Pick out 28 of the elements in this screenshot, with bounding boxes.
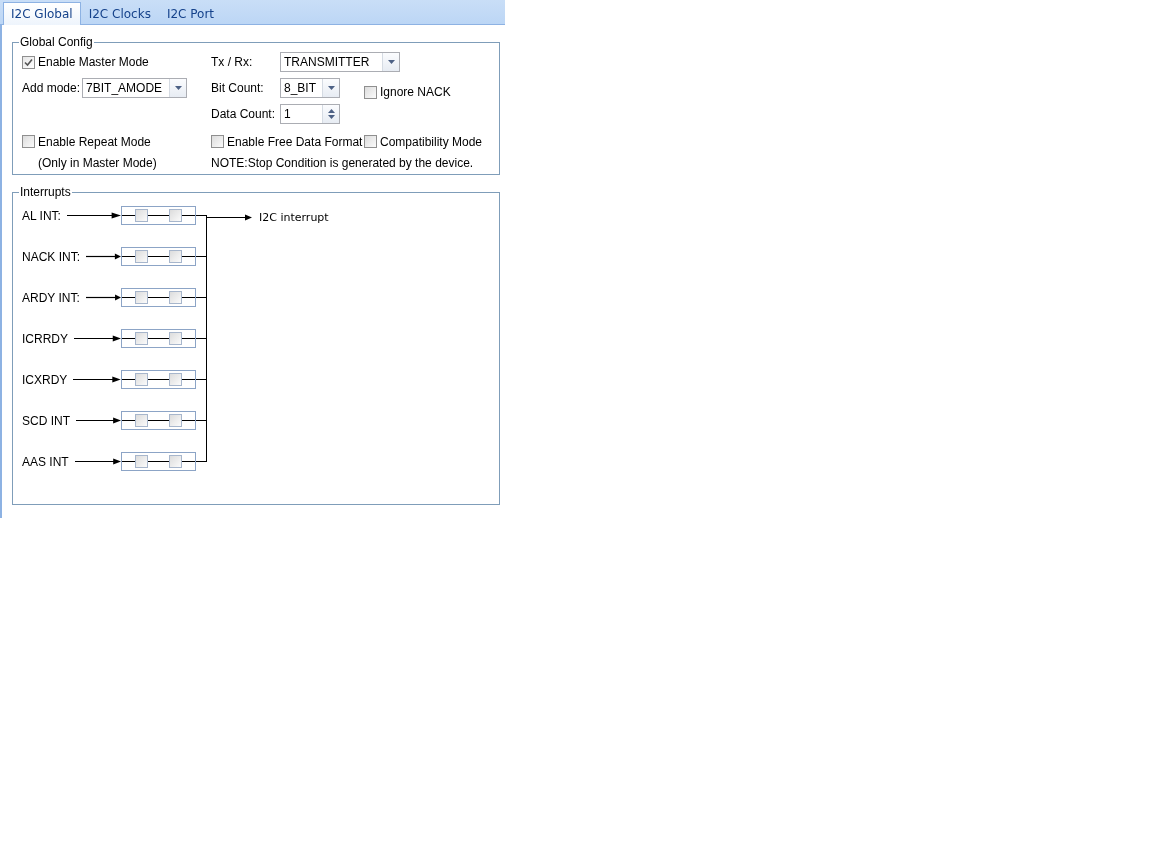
interrupt-label: AAS INT <box>22 454 69 469</box>
checkbox-label: Ignore NACK <box>380 85 451 99</box>
spin-box[interactable]: 1 <box>280 104 340 124</box>
interrupt-label: ARDY INT: <box>22 290 80 305</box>
interrupt-label: AL INT: <box>22 208 61 223</box>
field-label: Add mode: <box>22 81 81 95</box>
interrupt-label: ICXRDY <box>22 372 68 387</box>
tab[interactable]: I2C Global <box>3 2 81 25</box>
checkbox-label: Enable Free Data Format <box>227 134 363 149</box>
note-text: NOTE:Stop Condition is generated by the device. <box>211 156 475 170</box>
hint-text: (Only in Master Mode) <box>37 156 158 170</box>
checkbox-label: Enable Repeat Mode <box>38 134 151 149</box>
checkbox-label: Compatibility Mode <box>380 134 483 149</box>
dropdown[interactable]: 8_BIT <box>280 78 340 98</box>
tab[interactable]: I2C Port <box>158 3 223 25</box>
interrupt-label: NACK INT: <box>22 249 80 264</box>
interrupt-label: SCD INT <box>22 413 70 428</box>
field-label: Tx / Rx: <box>211 55 254 69</box>
interrupt-label: ICRRDY <box>22 331 68 346</box>
group-title: Global Config <box>19 35 94 49</box>
output-label: I2C interrupt <box>259 211 329 224</box>
group-title: Interrupts <box>19 185 72 199</box>
field-label: Bit Count: <box>211 81 265 95</box>
tab[interactable]: I2C Clocks <box>80 3 159 25</box>
checkbox-label: Enable Master Mode <box>38 55 149 69</box>
dropdown[interactable]: TRANSMITTER <box>280 52 400 72</box>
field-label: Data Count: <box>211 107 277 121</box>
dropdown[interactable]: 7BIT_AMODE <box>82 78 188 98</box>
